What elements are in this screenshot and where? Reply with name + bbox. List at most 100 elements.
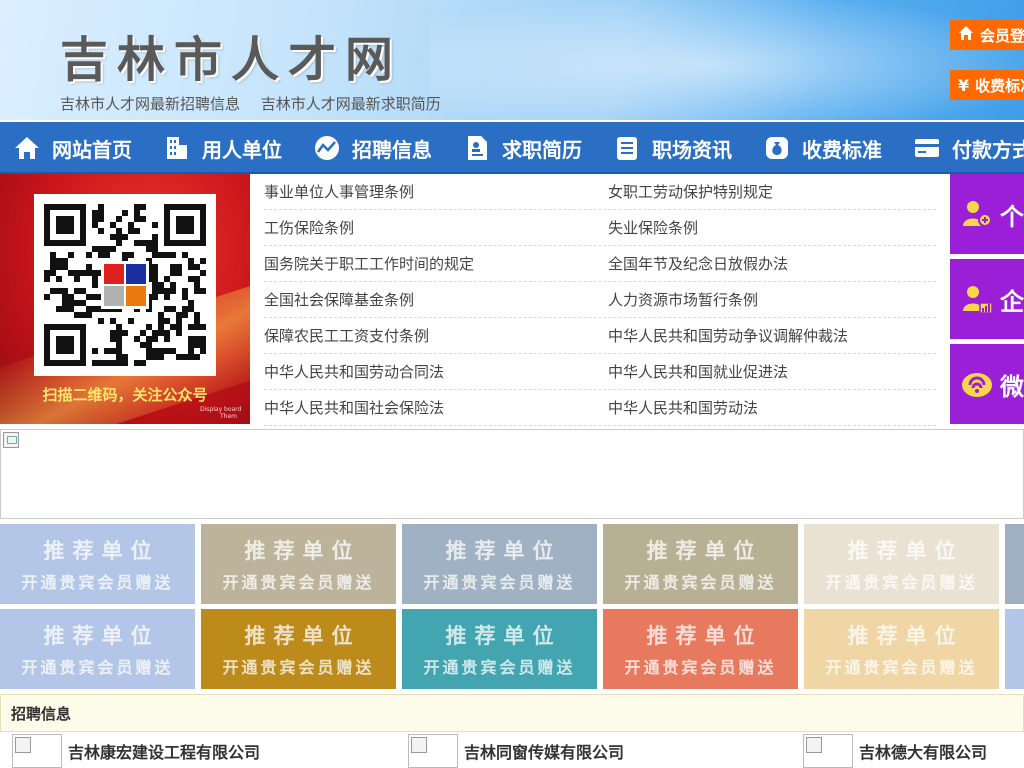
- tile-subtitle: 开通贵宾会员赠送: [423, 658, 576, 677]
- law-link[interactable]: 人力资源市场暂行条例: [608, 289, 936, 310]
- nav-fees-label: 收费标准: [802, 137, 882, 162]
- fee-standard-label: 收费标准: [975, 76, 1024, 95]
- law-row: 工伤保险条例 失业保险条例: [264, 210, 936, 246]
- nav-resumes[interactable]: 求职简历: [450, 122, 600, 172]
- latest-jobs-link[interactable]: 吉林市人才网最新招聘信息: [60, 95, 240, 113]
- nav-payment-label: 付款方式: [952, 137, 1024, 162]
- law-link[interactable]: 中华人民共和国劳动合同法: [264, 361, 608, 382]
- tile-title: 推荐单位: [847, 539, 964, 563]
- job-company-item[interactable]: 吉林同窗传媒有限公司: [408, 734, 624, 768]
- tile-title: 推荐单位: [445, 539, 562, 563]
- qr-promo: 扫描二维码，关注公众号 Display board Them: [0, 174, 250, 424]
- job-company-item[interactable]: 吉林德大有限公司: [803, 734, 987, 768]
- tile-title: 推荐单位: [244, 624, 361, 648]
- broken-image-icon: [3, 432, 19, 448]
- recommend-tile-partial[interactable]: [1005, 609, 1024, 689]
- tile-subtitle: 开通贵宾会员赠送: [624, 573, 777, 592]
- qr-code: [34, 194, 216, 376]
- card-icon: [912, 133, 942, 163]
- tile-title: 推荐单位: [646, 624, 763, 648]
- chart-icon: [312, 133, 342, 163]
- nav-home[interactable]: 网站首页: [0, 122, 150, 172]
- nav-career-news[interactable]: 职场资讯: [600, 122, 750, 172]
- nav-payment[interactable]: 付款方式: [900, 122, 1024, 172]
- law-link[interactable]: 失业保险条例: [608, 217, 936, 238]
- nav-employers[interactable]: 用人单位: [150, 122, 300, 172]
- job-company-item[interactable]: 吉林康宏建设工程有限公司: [12, 734, 260, 768]
- law-link[interactable]: 中华人民共和国社会保险法: [264, 397, 608, 418]
- tile-title: 推荐单位: [847, 624, 964, 648]
- law-links: 事业单位人事管理条例 女职工劳动保护特别规定 工伤保险条例 失业保险条例 国务院…: [264, 174, 936, 426]
- wechat-icon: [960, 367, 994, 401]
- law-link[interactable]: 国务院关于职工工作时间的规定: [264, 253, 608, 274]
- building-icon: [162, 133, 192, 163]
- tile-subtitle: 开通贵宾会员赠送: [624, 658, 777, 677]
- site-header: 吉林市人才网 吉林市人才网最新招聘信息 吉林市人才网最新求职简历 会员登录 ¥ …: [0, 0, 1024, 120]
- law-link[interactable]: 女职工劳动保护特别规定: [608, 181, 936, 202]
- site-title[interactable]: 吉林市人才网: [60, 20, 402, 90]
- law-link[interactable]: 事业单位人事管理条例: [264, 181, 608, 202]
- enterprise-member-button[interactable]: 企: [950, 259, 1024, 339]
- recommend-tile[interactable]: 推荐单位开通贵宾会员赠送: [603, 524, 798, 604]
- tile-subtitle: 开通贵宾会员赠送: [825, 573, 978, 592]
- tile-subtitle: 开通贵宾会员赠送: [21, 658, 174, 677]
- tile-subtitle: 开通贵宾会员赠送: [222, 658, 375, 677]
- law-link[interactable]: 全国社会保障基金条例: [264, 289, 608, 310]
- nav-fees[interactable]: 收费标准: [750, 122, 900, 172]
- company-logo: [803, 734, 853, 768]
- recommend-tile-partial[interactable]: [1005, 524, 1024, 604]
- recommend-tile[interactable]: 推荐单位开通贵宾会员赠送: [804, 609, 999, 689]
- law-row: 全国社会保障基金条例 人力资源市场暂行条例: [264, 282, 936, 318]
- personal-member-label: 个: [1000, 202, 1024, 231]
- law-link[interactable]: 中华人民共和国就业促进法: [608, 361, 936, 382]
- home-icon: [958, 25, 974, 45]
- tile-subtitle: 开通贵宾会员赠送: [222, 573, 375, 592]
- wechat-button[interactable]: 微: [950, 344, 1024, 424]
- latest-resumes-link[interactable]: 吉林市人才网最新求职简历: [261, 95, 441, 113]
- law-row: 国务院关于职工工作时间的规定 全国年节及纪念日放假办法: [264, 246, 936, 282]
- law-link[interactable]: 全国年节及纪念日放假办法: [608, 253, 936, 274]
- recommend-tile[interactable]: 推荐单位开通贵宾会员赠送: [804, 524, 999, 604]
- qr-caption: 扫描二维码，关注公众号: [42, 386, 208, 404]
- recommend-tile[interactable]: 推荐单位开通贵宾会员赠送: [603, 609, 798, 689]
- resume-icon: [462, 133, 492, 163]
- personal-member-button[interactable]: 个: [950, 174, 1024, 254]
- job-postings-heading[interactable]: 招聘信息: [0, 694, 1024, 732]
- company-name: 吉林同窗传媒有限公司: [464, 743, 625, 762]
- tile-title: 推荐单位: [43, 539, 160, 563]
- recommend-tile[interactable]: 推荐单位 开通贵宾会员赠送: [402, 609, 597, 689]
- law-link[interactable]: 中华人民共和国劳动法: [608, 397, 936, 418]
- recommend-tile[interactable]: 推荐单位开通贵宾会员赠送: [402, 524, 597, 604]
- company-name: 吉林德大有限公司: [859, 743, 988, 762]
- fee-standard-button[interactable]: ¥ 收费标准: [950, 70, 1024, 100]
- law-row: 保障农民工工资支付条例 中华人民共和国劳动争议调解仲裁法: [264, 318, 936, 354]
- company-logo: [408, 734, 458, 768]
- law-link[interactable]: 中华人民共和国劳动争议调解仲裁法: [608, 325, 936, 346]
- recommend-tile[interactable]: 推荐单位开通贵宾会员赠送: [201, 524, 396, 604]
- nav-resumes-label: 求职简历: [502, 137, 582, 162]
- recommend-tile[interactable]: 推荐单位开通贵宾会员赠送: [0, 609, 195, 689]
- home-icon: [12, 133, 42, 163]
- tile-title: 推荐单位: [244, 539, 361, 563]
- recommend-tile[interactable]: 推荐单位开通贵宾会员赠送: [201, 609, 396, 689]
- recommend-tile[interactable]: 推荐单位 开通贵宾会员赠送: [0, 524, 195, 604]
- tile-title: 推荐单位: [646, 539, 763, 563]
- nav-job-postings[interactable]: 招聘信息: [300, 122, 450, 172]
- member-login-button[interactable]: 会员登录: [950, 20, 1024, 50]
- qr-small-text: Display board Them: [200, 406, 242, 420]
- header-sub-links: 吉林市人才网最新招聘信息 吉林市人才网最新求职简历: [60, 93, 457, 114]
- tile-title: 推荐单位: [43, 624, 160, 648]
- yen-icon: ¥: [958, 75, 970, 95]
- header-decoration: [430, 0, 1024, 120]
- law-row: 中华人民共和国社会保险法 中华人民共和国劳动法: [264, 390, 936, 426]
- law-link[interactable]: 工伤保险条例: [264, 217, 608, 238]
- member-login-label: 会员登录: [980, 26, 1024, 45]
- law-link[interactable]: 保障农民工工资支付条例: [264, 325, 608, 346]
- company-name: 吉林康宏建设工程有限公司: [68, 743, 261, 762]
- ad-banner[interactable]: [0, 429, 1024, 519]
- tile-subtitle: 开通贵宾会员赠送: [423, 573, 576, 592]
- nav-career-news-label: 职场资讯: [652, 137, 732, 162]
- wechat-label: 微: [1000, 372, 1024, 401]
- tile-subtitle: 开通贵宾会员赠送: [825, 658, 978, 677]
- moneybag-icon: [762, 133, 792, 163]
